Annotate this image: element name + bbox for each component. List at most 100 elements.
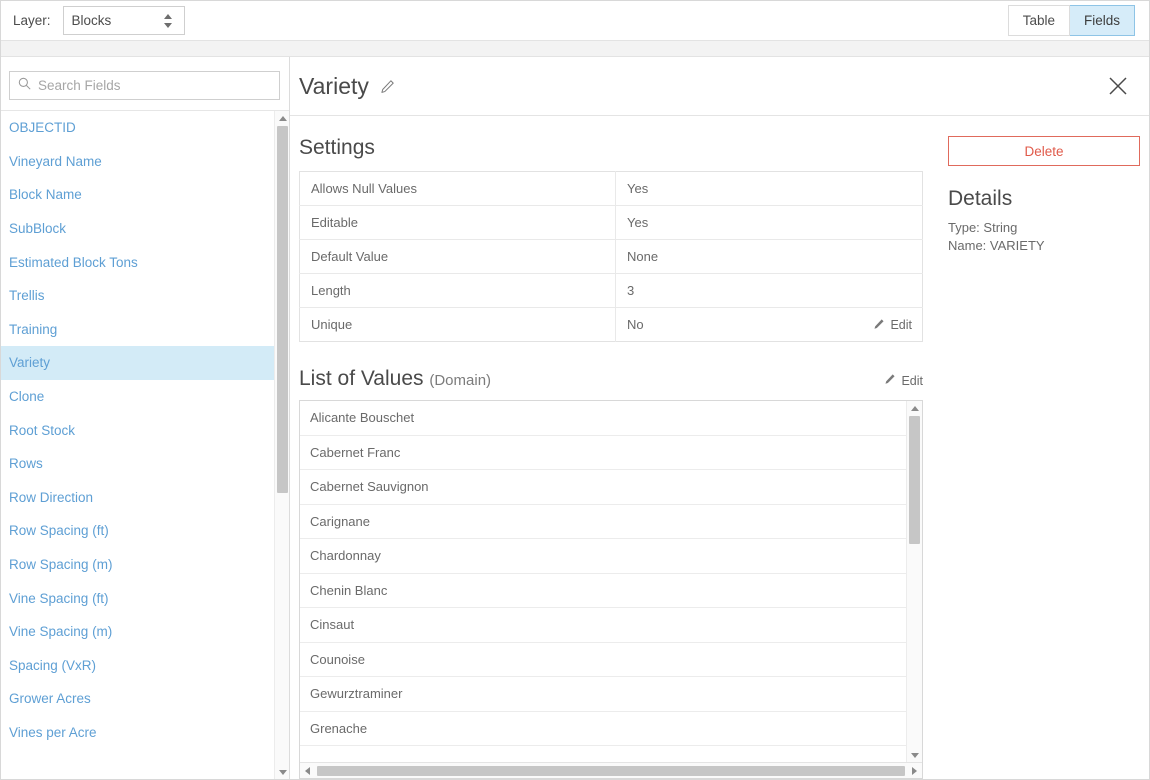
sidebar-scroll-down-icon[interactable]: [275, 765, 289, 779]
lov-hscrollbar-thumb[interactable]: [317, 766, 905, 776]
sidebar-item-label: Root Stock: [9, 423, 75, 438]
list-item[interactable]: Chardonnay: [300, 539, 906, 574]
sidebar-item-label: Vine Spacing (ft): [9, 591, 109, 606]
pencil-icon: [884, 373, 896, 388]
panel-header: Variety: [290, 57, 1149, 116]
sidebar-item-objectid[interactable]: OBJECTID: [1, 111, 275, 145]
sidebar-scrollbar-thumb[interactable]: [277, 126, 288, 493]
field-editor-window: Layer: Blocks Table Fields: [0, 0, 1150, 780]
view-toggle-group: Table Fields: [1008, 5, 1135, 36]
settings-key: Default Value: [300, 240, 616, 274]
sidebar-item-vine-spacing-ft[interactable]: Vine Spacing (ft): [1, 581, 275, 615]
list-item[interactable]: Counoise: [300, 643, 906, 678]
panel-right-column: Delete Details Type: String Name: VARIET…: [929, 116, 1149, 779]
sidebar-item-row-direction[interactable]: Row Direction: [1, 481, 275, 515]
sidebar-item-label: Vine Spacing (m): [9, 624, 112, 639]
edit-label: Edit: [890, 318, 912, 332]
list-item[interactable]: Grenache: [300, 712, 906, 747]
settings-heading: Settings: [299, 136, 929, 160]
table-row: Default ValueNone: [300, 240, 923, 274]
fields-sidebar: OBJECTIDVineyard NameBlock NameSubBlockE…: [1, 57, 290, 779]
edit-label: Edit: [901, 374, 923, 388]
sidebar-item-trellis[interactable]: Trellis: [1, 279, 275, 313]
sidebar-item-vineyard-name[interactable]: Vineyard Name: [1, 145, 275, 179]
list-of-values-horizontal-scrollbar[interactable]: [300, 762, 922, 778]
layer-selector-group: Layer: Blocks: [13, 6, 185, 35]
sidebar-item-training[interactable]: Training: [1, 313, 275, 347]
sidebar-item-rows[interactable]: Rows: [1, 447, 275, 481]
lov-scroll-right-icon[interactable]: [907, 763, 922, 779]
tab-fields[interactable]: Fields: [1070, 5, 1135, 36]
search-icon: [18, 77, 31, 95]
list-item[interactable]: Gewurztraminer: [300, 677, 906, 712]
sidebar-item-estimated-block-tons[interactable]: Estimated Block Tons: [1, 245, 275, 279]
sidebar-item-root-stock[interactable]: Root Stock: [1, 413, 275, 447]
sidebar-item-row-spacing-ft[interactable]: Row Spacing (ft): [1, 514, 275, 548]
tab-table[interactable]: Table: [1008, 5, 1070, 36]
list-of-values-box: Alicante Bouschet Cabernet FrancCabernet …: [299, 400, 923, 779]
sidebar-item-label: Vines per Acre: [9, 725, 97, 740]
edit-setting-button[interactable]: Edit: [873, 308, 912, 342]
sidebar-item-spacing-vxr[interactable]: Spacing (VxR): [1, 649, 275, 683]
search-box[interactable]: [9, 71, 280, 100]
sidebar-item-grower-acres[interactable]: Grower Acres: [1, 682, 275, 716]
settings-value-cell: Yes: [616, 172, 923, 206]
list-item-label: Cinsaut: [310, 617, 354, 632]
rename-field-pencil-icon[interactable]: [380, 79, 395, 94]
list-item-label: Carignane: [310, 514, 370, 529]
sidebar-item-label: Grower Acres: [9, 691, 91, 706]
toolbar-divider-strip: [1, 40, 1149, 57]
list-item[interactable]: Alicante Bouschet: [300, 401, 906, 436]
settings-table: Allows Null ValuesYesEditableYesDefault …: [299, 171, 923, 342]
settings-value: 3: [627, 283, 634, 298]
list-item-label: Grenache: [310, 721, 367, 736]
layer-select[interactable]: Blocks: [63, 6, 185, 35]
sidebar-item-label: Clone: [9, 389, 44, 404]
search-input[interactable]: [38, 78, 271, 93]
lov-scrollbar-thumb[interactable]: [909, 416, 920, 544]
settings-value-cell: None: [616, 240, 923, 274]
list-item[interactable]: Cabernet Franc: [300, 436, 906, 471]
details-name: Name: VARIETY: [948, 238, 1140, 253]
details-type: Type: String: [948, 220, 1140, 235]
list-of-values-header: List of Values (Domain) Edit: [299, 367, 923, 391]
list-of-values-vertical-scrollbar[interactable]: [906, 401, 922, 762]
list-item-label: Alicante Bouschet: [310, 410, 414, 425]
table-row: EditableYes: [300, 206, 923, 240]
list-of-values-list: Alicante Bouschet Cabernet FrancCabernet …: [300, 401, 906, 746]
list-of-values-title: List of Values: [299, 367, 424, 390]
sidebar-item-subblock[interactable]: SubBlock: [1, 212, 275, 246]
list-item[interactable]: Carignane: [300, 505, 906, 540]
sidebar-item-label: Row Spacing (m): [9, 557, 113, 572]
sidebar-item-vines-per-acre[interactable]: Vines per Acre: [1, 716, 275, 750]
sidebar-scrollbar[interactable]: [274, 111, 289, 779]
sidebar-item-label: Training: [9, 322, 57, 337]
lov-scroll-down-icon[interactable]: [907, 748, 922, 762]
delete-field-button[interactable]: Delete: [948, 136, 1140, 166]
list-item[interactable]: Chenin Blanc: [300, 574, 906, 609]
sidebar-item-vine-spacing-m[interactable]: Vine Spacing (m): [1, 615, 275, 649]
lov-scroll-up-icon[interactable]: [907, 401, 922, 415]
spinner-updown-icon[interactable]: [163, 13, 174, 29]
fields-list-container: OBJECTIDVineyard NameBlock NameSubBlockE…: [1, 110, 289, 779]
sidebar-item-clone[interactable]: Clone: [1, 380, 275, 414]
panel-left-column: Settings Allows Null ValuesYesEditableYe…: [290, 116, 929, 779]
list-item[interactable]: Cabernet Sauvignon: [300, 470, 906, 505]
settings-value-cell: 3: [616, 274, 923, 308]
list-item[interactable]: Cinsaut: [300, 608, 906, 643]
settings-value: Yes: [627, 215, 648, 230]
panel-body: Settings Allows Null ValuesYesEditableYe…: [290, 116, 1149, 779]
details-heading: Details: [948, 187, 1140, 211]
edit-list-of-values-button[interactable]: Edit: [884, 373, 923, 391]
sidebar-item-row-spacing-m[interactable]: Row Spacing (m): [1, 548, 275, 582]
sidebar-item-variety[interactable]: Variety: [1, 346, 275, 380]
close-icon[interactable]: [1105, 73, 1131, 99]
fields-list: OBJECTIDVineyard NameBlock NameSubBlockE…: [1, 111, 275, 779]
sidebar-scroll-up-icon[interactable]: [275, 111, 289, 125]
lov-scroll-left-icon[interactable]: [300, 763, 315, 779]
settings-key: Unique: [300, 308, 616, 342]
layer-label: Layer:: [13, 13, 51, 28]
sidebar-item-label: Row Direction: [9, 490, 93, 505]
settings-value-cell: NoEdit: [616, 308, 923, 342]
sidebar-item-block-name[interactable]: Block Name: [1, 178, 275, 212]
